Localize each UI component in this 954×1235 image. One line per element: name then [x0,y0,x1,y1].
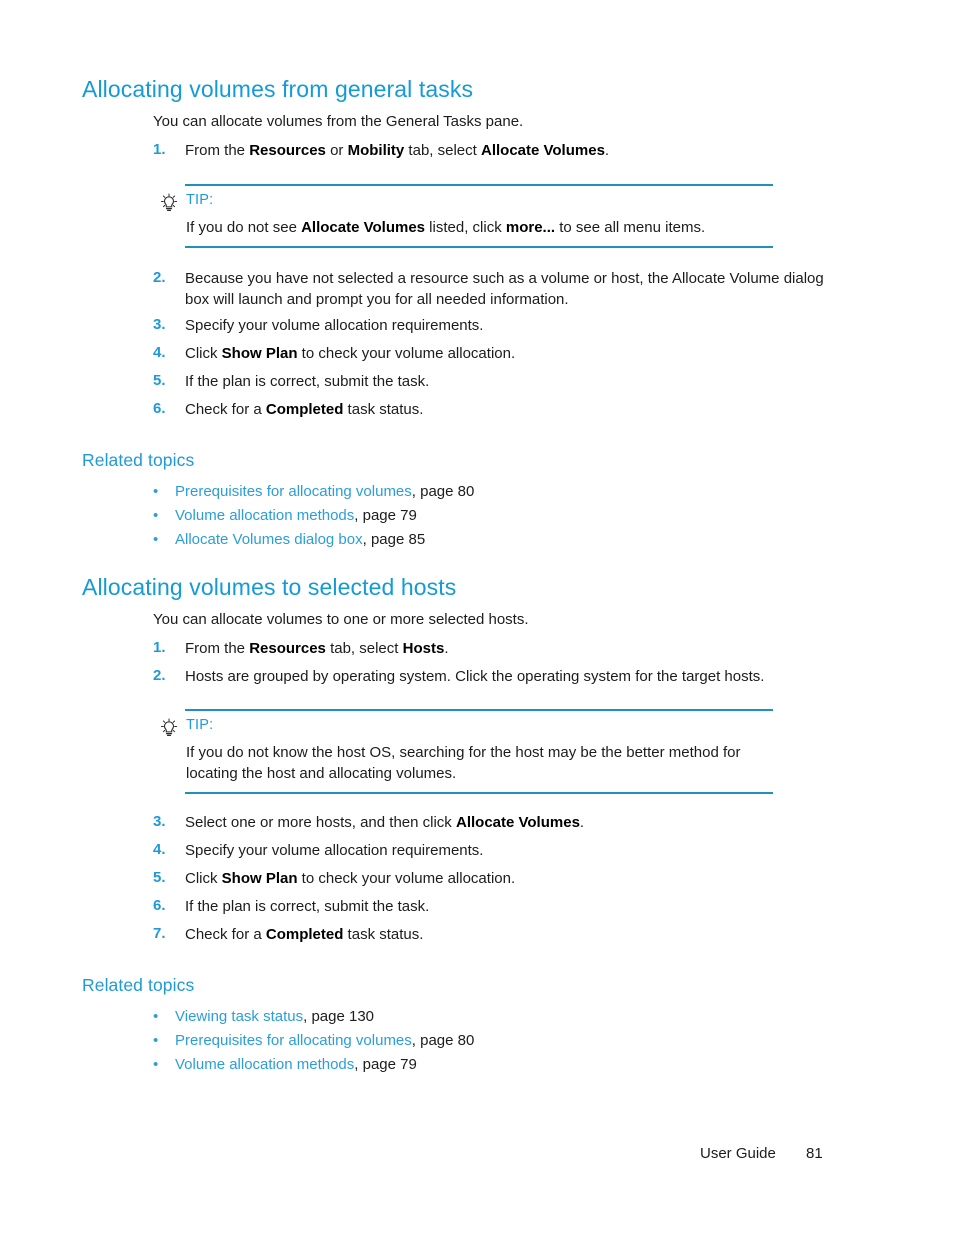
step-item: 5. Click Show Plan to check your volume … [153,869,843,890]
tip-bottom-rule [185,792,773,794]
step-item: 6. Check for a Completed task status. [153,400,843,421]
step-item: 4. Click Show Plan to check your volume … [153,344,843,365]
tip-body-text: If you do not know the host OS, searchin… [186,744,741,782]
footer-page-number: 81 [806,1145,823,1162]
step-number: 4. [153,841,166,858]
related-topic-page: , page 130 [303,1008,375,1025]
section-intro-paragraph: You can allocate volumes to one or more … [153,611,529,628]
step-text: Specify your volume allocation requireme… [185,317,484,334]
step-item: 7. Check for a Completed task status. [153,925,843,946]
related-topic-item[interactable]: • Volume allocation methods, page 79 [153,506,417,526]
related-topic-item[interactable]: • Volume allocation methods, page 79 [153,1055,417,1075]
step-item: 1. From the Resources or Mobility tab, s… [153,141,853,162]
step-text: Check for a Completed task status. [185,926,424,943]
step-number: 2. [153,269,166,286]
related-topic-page: , page 80 [411,1032,475,1049]
related-topic-link[interactable]: Viewing task status [175,1008,303,1025]
related-topic-link[interactable]: Prerequisites for allocating volumes [175,483,412,500]
bullet-icon: • [153,1056,159,1073]
related-topic-link[interactable]: Prerequisites for allocating volumes [175,1032,412,1049]
step-number: 4. [153,344,166,361]
related-topic-item[interactable]: • Prerequisites for allocating volumes, p… [153,1031,474,1051]
step-text: From the Resources tab, select Hosts. [185,640,449,657]
tip-top-rule [185,709,773,711]
tip-body-text: If you do not see Allocate Volumes liste… [186,219,706,236]
tip-callout: TIP: If you do not see Allocate Volumes … [160,184,785,252]
section-heading-allocating-from-general-tasks: Allocating volumes from general tasks [82,76,474,102]
lightbulb-icon [160,718,178,738]
step-item: 2. Hosts are grouped by operating system… [153,667,853,688]
step-item: 3. Select one or more hosts, and then cl… [153,813,843,834]
step-item: 4. Specify your volume allocation requir… [153,841,843,862]
tip-label: TIP: [186,192,214,208]
tip-callout: TIP: If you do not know the host OS, sea… [160,709,785,799]
step-text: Hosts are grouped by operating system. C… [185,668,765,685]
tip-top-rule [185,184,773,186]
step-number: 7. [153,925,166,942]
step-item: 5. If the plan is correct, submit the ta… [153,372,843,393]
step-text: From the Resources or Mobility tab, sele… [185,142,610,159]
step-number: 3. [153,316,166,333]
step-number: 5. [153,372,166,389]
related-topics-heading: Related topics [82,975,195,995]
related-topic-item[interactable]: • Prerequisites for allocating volumes, p… [153,482,474,502]
related-topic-link[interactable]: Volume allocation methods [175,1056,354,1073]
related-topic-link[interactable]: Volume allocation methods [175,507,354,524]
footer-guide-label: User Guide [700,1145,776,1162]
bullet-icon: • [153,1032,159,1049]
step-item: 1. From the Resources tab, select Hosts. [153,639,853,660]
step-item: 3. Specify your volume allocation requir… [153,316,843,337]
step-item: 6. If the plan is correct, submit the ta… [153,897,843,918]
bullet-icon: • [153,483,159,500]
step-text: Click Show Plan to check your volume all… [185,870,516,887]
tip-label: TIP: [186,717,214,733]
section-heading-allocating-to-selected-hosts: Allocating volumes to selected hosts [82,574,457,600]
step-number: 1. [153,141,166,158]
step-text: If the plan is correct, submit the task. [185,898,430,915]
bullet-icon: • [153,507,159,524]
related-topic-page: , page 79 [354,507,417,524]
bullet-icon: • [153,1008,159,1025]
step-number: 1. [153,639,166,656]
step-text: Because you have not selected a resource… [185,270,824,308]
related-topics-heading: Related topics [82,450,195,470]
step-number: 5. [153,869,166,886]
bullet-icon: • [153,531,159,548]
tip-bottom-rule [185,246,773,248]
step-item: 2. Because you have not selected a resou… [153,269,843,310]
document-page: Allocating volumes from general tasks Yo… [0,0,954,1235]
step-text: Select one or more hosts, and then click… [185,814,585,831]
related-topic-page: , page 85 [362,531,426,548]
related-topic-page: , page 80 [411,483,475,500]
step-text: Check for a Completed task status. [185,401,424,418]
lightbulb-icon [160,193,178,213]
step-text: If the plan is correct, submit the task. [185,373,430,390]
related-topic-item[interactable]: • Viewing task status, page 130 [153,1007,374,1027]
step-number: 6. [153,400,166,417]
step-number: 2. [153,667,166,684]
step-number: 6. [153,897,166,914]
step-text: Click Show Plan to check your volume all… [185,345,516,362]
related-topic-item[interactable]: • Allocate Volumes dialog box, page 85 [153,530,425,550]
step-text: Specify your volume allocation requireme… [185,842,484,859]
related-topic-page: , page 79 [354,1056,417,1073]
section-intro-paragraph: You can allocate volumes from the Genera… [153,113,524,130]
related-topic-link[interactable]: Allocate Volumes dialog box [175,531,363,548]
step-number: 3. [153,813,166,830]
